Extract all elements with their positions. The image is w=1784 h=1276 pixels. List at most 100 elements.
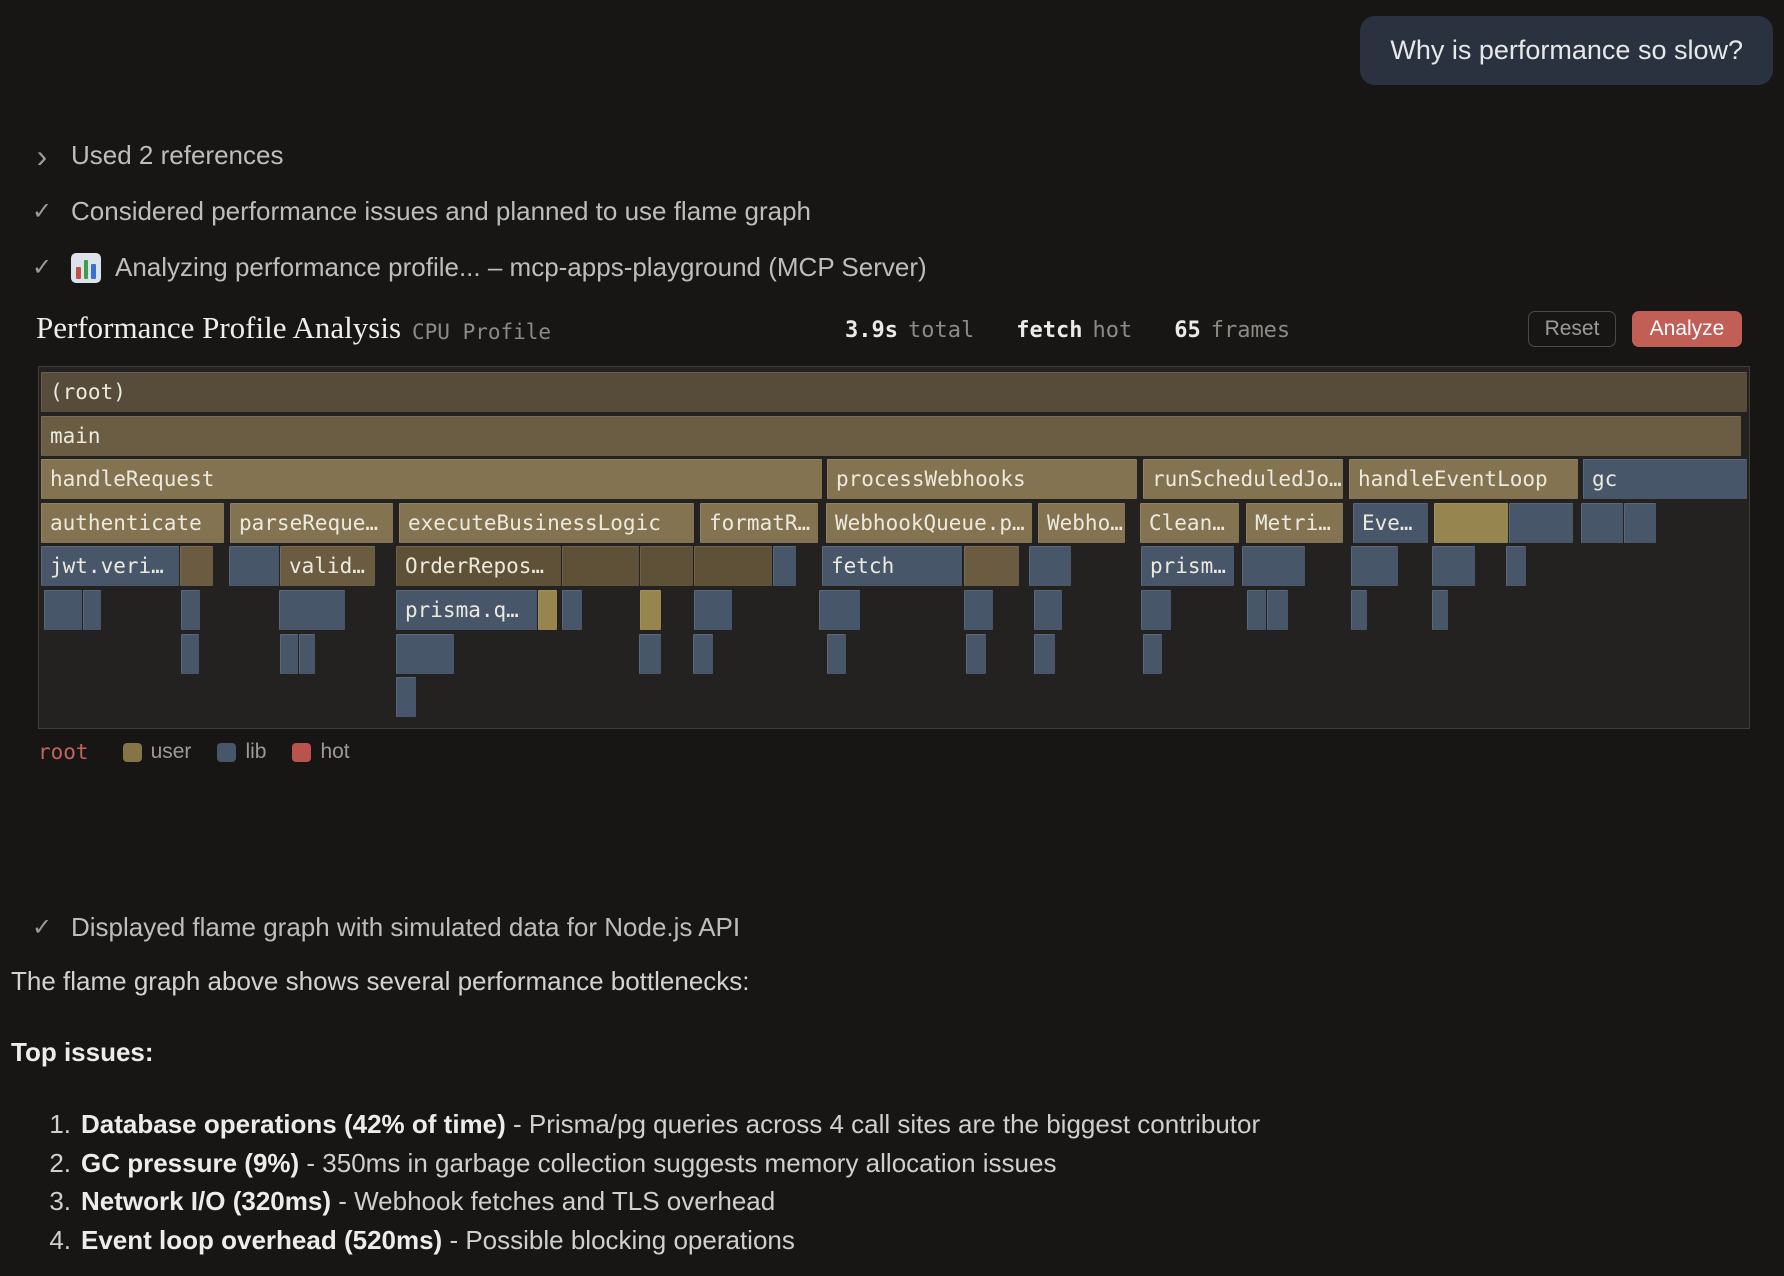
profile-stats: 3.9stotal fetchhot 65frames [845, 318, 1290, 343]
flame-frame[interactable] [180, 546, 213, 586]
flame-frame[interactable] [1143, 634, 1162, 674]
flame-frame[interactable] [964, 590, 993, 630]
flame-frame[interactable] [1434, 503, 1508, 543]
stat-hot-label: hot [1092, 318, 1132, 343]
flame-frame[interactable] [1034, 634, 1055, 674]
legend-swatch [123, 743, 142, 762]
flame-frame[interactable] [538, 590, 557, 630]
flame-frame[interactable]: valid… [280, 546, 375, 586]
flame-frame[interactable]: runScheduledJo… [1143, 459, 1343, 499]
chevron-right-icon: › [27, 144, 57, 168]
flame-frame[interactable]: WebhookQueue.p… [826, 503, 1032, 543]
flame-graph-legend: root userlibhot [38, 740, 350, 764]
flame-frame[interactable] [1432, 546, 1475, 586]
flame-graph[interactable]: (root) main handleRequest processWebhooks ru… [38, 366, 1750, 729]
flame-frame[interactable] [640, 590, 661, 630]
flame-frame[interactable] [827, 634, 846, 674]
flame-frame[interactable] [1432, 590, 1448, 630]
flame-frame[interactable]: handleEventLoop [1349, 459, 1578, 499]
flame-frame[interactable] [966, 634, 986, 674]
flame-frame[interactable] [1141, 590, 1171, 630]
flame-frame[interactable]: handleRequest [41, 459, 822, 499]
flame-frame[interactable] [693, 634, 713, 674]
flame-frame[interactable] [1506, 546, 1526, 586]
flame-frame[interactable]: fetch [822, 546, 962, 586]
step-displayed-flame-graph: ✓ Displayed flame graph with simulated d… [27, 912, 740, 943]
stat-total-value: 3.9s [845, 318, 898, 343]
flame-frame[interactable] [279, 590, 345, 630]
flame-frame-label: OrderRepos… [396, 554, 544, 578]
stat-frames-label: frames [1211, 318, 1290, 343]
flame-frame-label: prism… [1141, 554, 1226, 578]
flame-frame[interactable] [1029, 546, 1071, 586]
flame-frame[interactable] [83, 590, 101, 630]
stat-hot-value: fetch [1016, 318, 1082, 343]
flame-frame[interactable] [44, 590, 82, 630]
flame-frame[interactable] [396, 634, 454, 674]
check-icon: ✓ [27, 913, 57, 942]
flame-frame[interactable] [1581, 503, 1623, 543]
flame-frame[interactable] [640, 546, 693, 586]
flame-frame[interactable]: Metri… [1246, 503, 1343, 543]
flame-frame[interactable]: authenticate [41, 503, 224, 543]
flame-frame[interactable] [1351, 590, 1367, 630]
flame-frame[interactable] [694, 546, 772, 586]
flame-frame[interactable] [396, 677, 416, 717]
flame-frame[interactable]: parseReque… [230, 503, 393, 543]
flame-frame[interactable] [819, 590, 860, 630]
stat-hot: fetch hot [1016, 318, 1132, 343]
bar-chart-icon [71, 253, 101, 283]
flame-frame[interactable]: Eve… [1353, 503, 1428, 543]
flame-frame[interactable] [562, 546, 639, 586]
step-used-references[interactable]: › Used 2 references [27, 140, 283, 171]
flame-frame[interactable]: Clean… [1140, 503, 1239, 543]
flame-frame[interactable]: Webho… [1038, 503, 1125, 543]
flame-frame[interactable] [280, 634, 298, 674]
flame-frame[interactable]: formatR… [700, 503, 818, 543]
flame-frame[interactable]: prisma.q… [396, 590, 537, 630]
flame-frame[interactable] [562, 590, 582, 630]
flame-frame-label: WebhookQueue.p… [826, 511, 1025, 535]
flame-frame[interactable]: gc [1583, 459, 1747, 499]
flame-frame[interactable] [964, 546, 1019, 586]
flame-frame[interactable] [181, 634, 199, 674]
flame-frame[interactable]: jwt.veri… [41, 546, 179, 586]
issue-item: 1.Database operations (42% of time) - Pr… [11, 1105, 1260, 1144]
flame-frame[interactable]: processWebhooks [827, 459, 1137, 499]
flame-frame[interactable] [1034, 590, 1062, 630]
flame-frame[interactable]: (root) [41, 372, 1747, 412]
flame-frame-label: parseReque… [230, 511, 378, 535]
flame-frame[interactable] [694, 590, 732, 630]
flame-frame[interactable] [639, 634, 661, 674]
legend-label: user [151, 740, 192, 764]
flame-frame-label: jwt.veri… [41, 554, 164, 578]
flame-frame[interactable]: OrderRepos… [396, 546, 561, 586]
flame-frame[interactable] [1351, 546, 1398, 586]
flame-frame[interactable]: main [41, 416, 1741, 456]
flame-frame-label: main [41, 424, 101, 448]
flame-frame-label: Clean… [1140, 511, 1225, 535]
flame-frame[interactable] [181, 590, 200, 630]
analyze-button[interactable]: Analyze [1632, 311, 1742, 347]
flame-frame[interactable] [299, 634, 315, 674]
analysis-intro: The flame graph above shows several perf… [11, 966, 750, 997]
flame-frame-label: formatR… [700, 511, 810, 535]
flame-frame[interactable]: prism… [1141, 546, 1234, 586]
flame-frame[interactable] [1242, 546, 1305, 586]
flame-frame[interactable] [1267, 590, 1288, 630]
flame-frame[interactable] [229, 546, 279, 586]
flame-frame-label: handleRequest [41, 467, 214, 491]
reset-button[interactable]: Reset [1528, 311, 1616, 347]
stat-total-label: total [908, 318, 974, 343]
flame-frame[interactable] [1624, 503, 1656, 543]
widget-subtitle: CPU Profile [412, 320, 551, 344]
flame-frame-label: processWebhooks [827, 467, 1026, 491]
flame-frame[interactable]: executeBusinessLogic [399, 503, 694, 543]
user-message-bubble: Why is performance so slow? [1360, 16, 1773, 85]
flame-frame-label: gc [1583, 467, 1617, 491]
flame-frame[interactable] [1247, 590, 1266, 630]
flame-frame-label: runScheduledJo… [1143, 467, 1342, 491]
legend-root-label: root [38, 740, 89, 764]
flame-frame[interactable] [773, 546, 796, 586]
flame-frame[interactable] [1509, 503, 1573, 543]
